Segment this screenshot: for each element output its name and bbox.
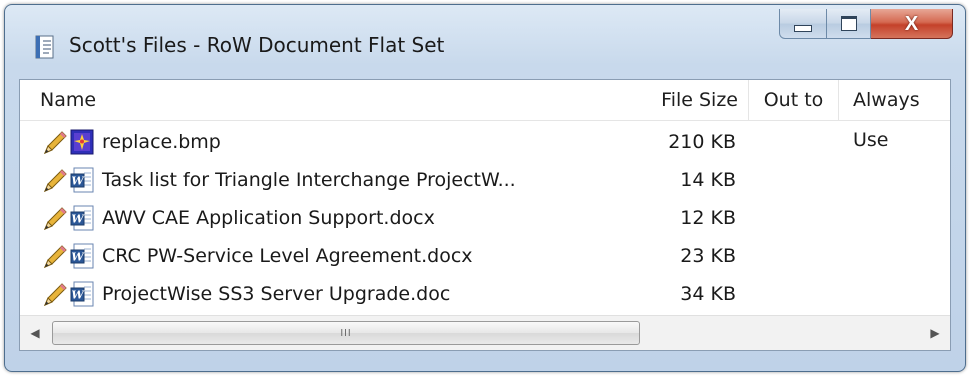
svg-text:W: W — [71, 251, 85, 264]
list-item[interactable]: W Task list for Triangle Interchange Pro… — [20, 162, 950, 200]
file-name: CRC PW-Service Level Agreement.docx — [102, 245, 473, 267]
column-header-out-to[interactable]: Out to — [748, 80, 838, 120]
file-size: 12 KB — [680, 207, 736, 229]
pencil-icon — [44, 283, 67, 306]
file-name: ProjectWise SS3 Server Upgrade.doc — [102, 283, 451, 305]
list-item[interactable]: W CRC PW-Service Level Agreement.docx 23… — [20, 238, 950, 276]
word-doc-icon: W — [70, 167, 94, 193]
file-list-pane: Name File Size Out to Always Use replace… — [19, 79, 951, 351]
scrollbar-grip: III — [340, 328, 352, 339]
horizontal-scrollbar[interactable]: ◀ III ▶ — [20, 315, 950, 350]
svg-text:W: W — [71, 213, 85, 226]
file-name: replace.bmp — [102, 131, 221, 153]
minimize-button[interactable] — [779, 9, 827, 39]
pencil-icon — [44, 131, 67, 154]
bitmap-icon — [70, 129, 94, 155]
list-item[interactable]: replace.bmp 210 KB — [20, 124, 950, 162]
file-name: Task list for Triangle Interchange Proje… — [102, 169, 516, 191]
svg-text:W: W — [71, 175, 85, 188]
file-list: replace.bmp 210 KB W Task list for Trian… — [20, 124, 950, 314]
scroll-left-arrow-icon[interactable]: ◀ — [24, 320, 46, 346]
close-icon: X — [904, 12, 919, 35]
column-header-always-use[interactable]: Always Use — [838, 80, 950, 151]
column-header-file-size[interactable]: File Size — [636, 80, 748, 120]
word-doc-icon: W — [70, 205, 94, 231]
minimize-icon — [794, 25, 812, 32]
column-header-name[interactable]: Name — [40, 80, 96, 120]
close-button[interactable]: X — [871, 9, 953, 39]
scrollbar-thumb[interactable]: III — [52, 321, 640, 345]
pencil-icon — [44, 207, 67, 230]
list-item[interactable]: W AWV CAE Application Support.docx 12 KB — [20, 200, 950, 238]
file-size: 210 KB — [668, 131, 736, 153]
file-size: 23 KB — [680, 245, 736, 267]
file-name: AWV CAE Application Support.docx — [102, 207, 435, 229]
word-doc-icon: W — [70, 281, 94, 307]
file-window: Scott's Files - RoW Document Flat Set X … — [4, 4, 966, 372]
window-title: Scott's Files - RoW Document Flat Set — [69, 33, 445, 57]
list-item[interactable]: W ProjectWise SS3 Server Upgrade.doc 34 … — [20, 276, 950, 314]
pencil-icon — [44, 169, 67, 192]
word-doc-icon: W — [70, 243, 94, 269]
title-bar[interactable]: Scott's Files - RoW Document Flat Set X — [5, 5, 965, 79]
maximize-button[interactable] — [827, 9, 871, 39]
pencil-icon — [44, 245, 67, 268]
svg-text:W: W — [71, 289, 85, 302]
column-header-row: Name File Size Out to Always Use — [20, 80, 950, 151]
file-size: 34 KB — [680, 283, 736, 305]
maximize-icon — [840, 16, 857, 31]
scroll-right-arrow-icon[interactable]: ▶ — [924, 320, 946, 346]
file-size: 14 KB — [680, 169, 736, 191]
caption-buttons: X — [779, 9, 953, 39]
document-icon — [35, 35, 54, 59]
